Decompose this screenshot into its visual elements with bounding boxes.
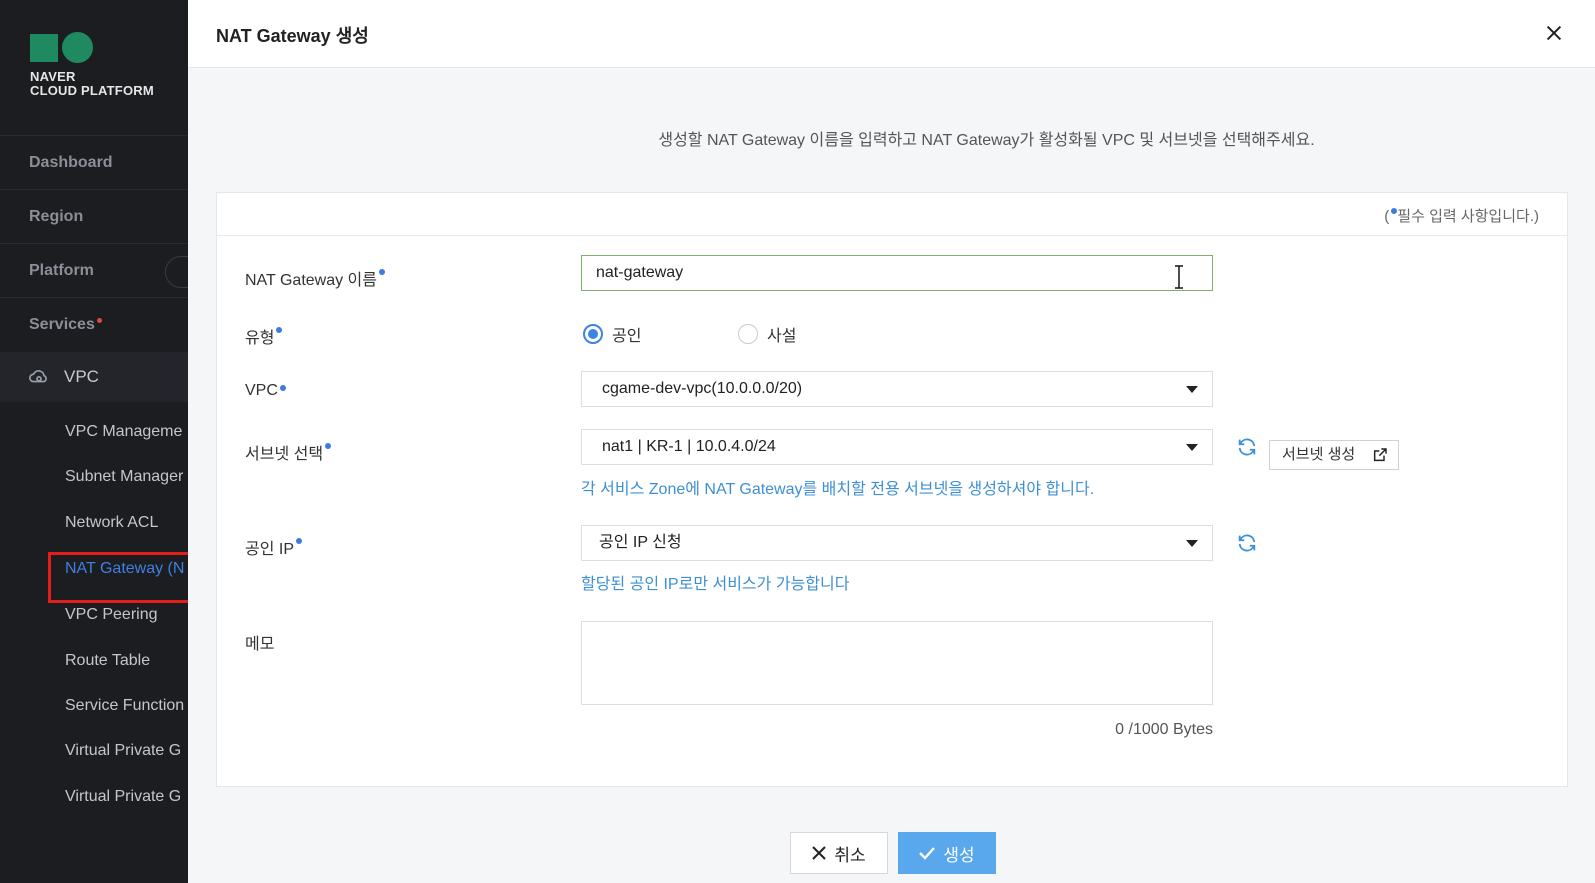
sidebar-item-network-acl[interactable]: Network ACL [65,514,158,532]
text-cursor-icon [1175,265,1183,289]
logo[interactable]: NAVER CLOUD PLATFORM [30,32,154,98]
cancel-button[interactable]: 취소 [790,832,888,874]
modal-title: NAT Gateway 생성 [216,26,369,46]
public-ip-label: 공인 IP [245,535,303,559]
nav-services[interactable]: Services [0,297,188,351]
radio-private-circle[interactable] [738,324,758,344]
sidebar-item-vpc-management[interactable]: VPC Manageme [65,423,182,441]
required-dot [296,538,303,544]
public-ip-select[interactable]: 공인 IP 신청 [581,525,1213,561]
required-dot [325,443,332,449]
subnet-label: 서브넷 선택 [245,440,332,464]
create-button[interactable]: 생성 [898,832,996,874]
name-input[interactable]: nat-gateway [581,255,1213,291]
radio-private[interactable]: 사설 [738,322,796,346]
chevron-down-icon [1186,386,1198,393]
external-link-icon [1373,448,1387,462]
sidebar-item-virtual-private-gateway-1[interactable]: Virtual Private G [65,742,181,760]
memo-byte-counter: 0 /1000 Bytes [1115,721,1213,738]
notification-dot [96,318,102,323]
sidebar-item-virtual-private-gateway-2[interactable]: Virtual Private G [65,788,181,806]
highlight-box [48,552,188,603]
chevron-down-icon [1186,444,1198,451]
required-note: (필수 입력 사항입니다.) [1384,208,1539,225]
sidebar-item-subnet-management[interactable]: Subnet Manager [65,468,183,486]
logo-mark [30,32,154,63]
required-dot [279,385,286,391]
public-ip-helper-text: 할당된 공인 IP로만 서비스가 가능합니다 [581,576,850,593]
sidebar: NAVER CLOUD PLATFORM Dashboard Region Pl… [0,0,188,883]
required-dot [379,269,385,275]
vpc-label: VPC [245,382,286,400]
form-card: (필수 입력 사항입니다.) NAT Gateway 이름 nat-gatewa… [216,192,1568,787]
refresh-icon[interactable] [1236,436,1258,458]
memo-label: 메모 [245,636,275,653]
subnet-select[interactable]: nat1 | KR-1 | 10.0.4.0/24 [581,429,1213,465]
logo-text: NAVER CLOUD PLATFORM [30,69,154,98]
sidebar-item-route-table[interactable]: Route Table [65,652,150,670]
platform-toggle[interactable] [165,256,188,288]
create-nat-gateway-modal: NAT Gateway 생성 생성할 NAT Gateway 이름을 입력하고 … [188,0,1595,883]
type-label: 유형 [245,324,283,348]
nav-dashboard[interactable]: Dashboard [0,135,188,189]
chevron-down-icon [1186,540,1198,547]
intro-text: 생성할 NAT Gateway 이름을 입력하고 NAT Gateway가 활성… [658,132,1315,149]
modal-header: NAT Gateway 생성 [188,0,1595,68]
close-icon[interactable] [1543,22,1565,44]
refresh-icon[interactable] [1236,532,1258,554]
sidebar-item-service-function[interactable]: Service Function [65,697,184,715]
nav-vpc[interactable]: VPC [0,352,188,402]
vpc-cloud-icon [29,370,47,383]
memo-textarea[interactable] [581,621,1213,705]
name-label: NAT Gateway 이름 [245,266,385,290]
radio-public-circle[interactable] [583,324,603,344]
radio-public[interactable]: 공인 [583,322,641,346]
card-top: (필수 입력 사항입니다.) [217,193,1567,236]
check-icon [919,847,936,860]
sidebar-item-vpc-peering[interactable]: VPC Peering [65,606,158,624]
create-subnet-button[interactable]: 서브넷 생성 [1269,440,1399,470]
nav-region[interactable]: Region [0,189,188,243]
required-dot [276,327,283,333]
vpc-select[interactable]: cgame-dev-vpc(10.0.0.0/20) [581,371,1213,407]
subnet-helper-text: 각 서비스 Zone에 NAT Gateway를 배치할 전용 서브넷을 생성하… [581,481,1095,498]
nav-platform[interactable]: Platform [0,243,188,297]
x-icon [812,846,827,860]
